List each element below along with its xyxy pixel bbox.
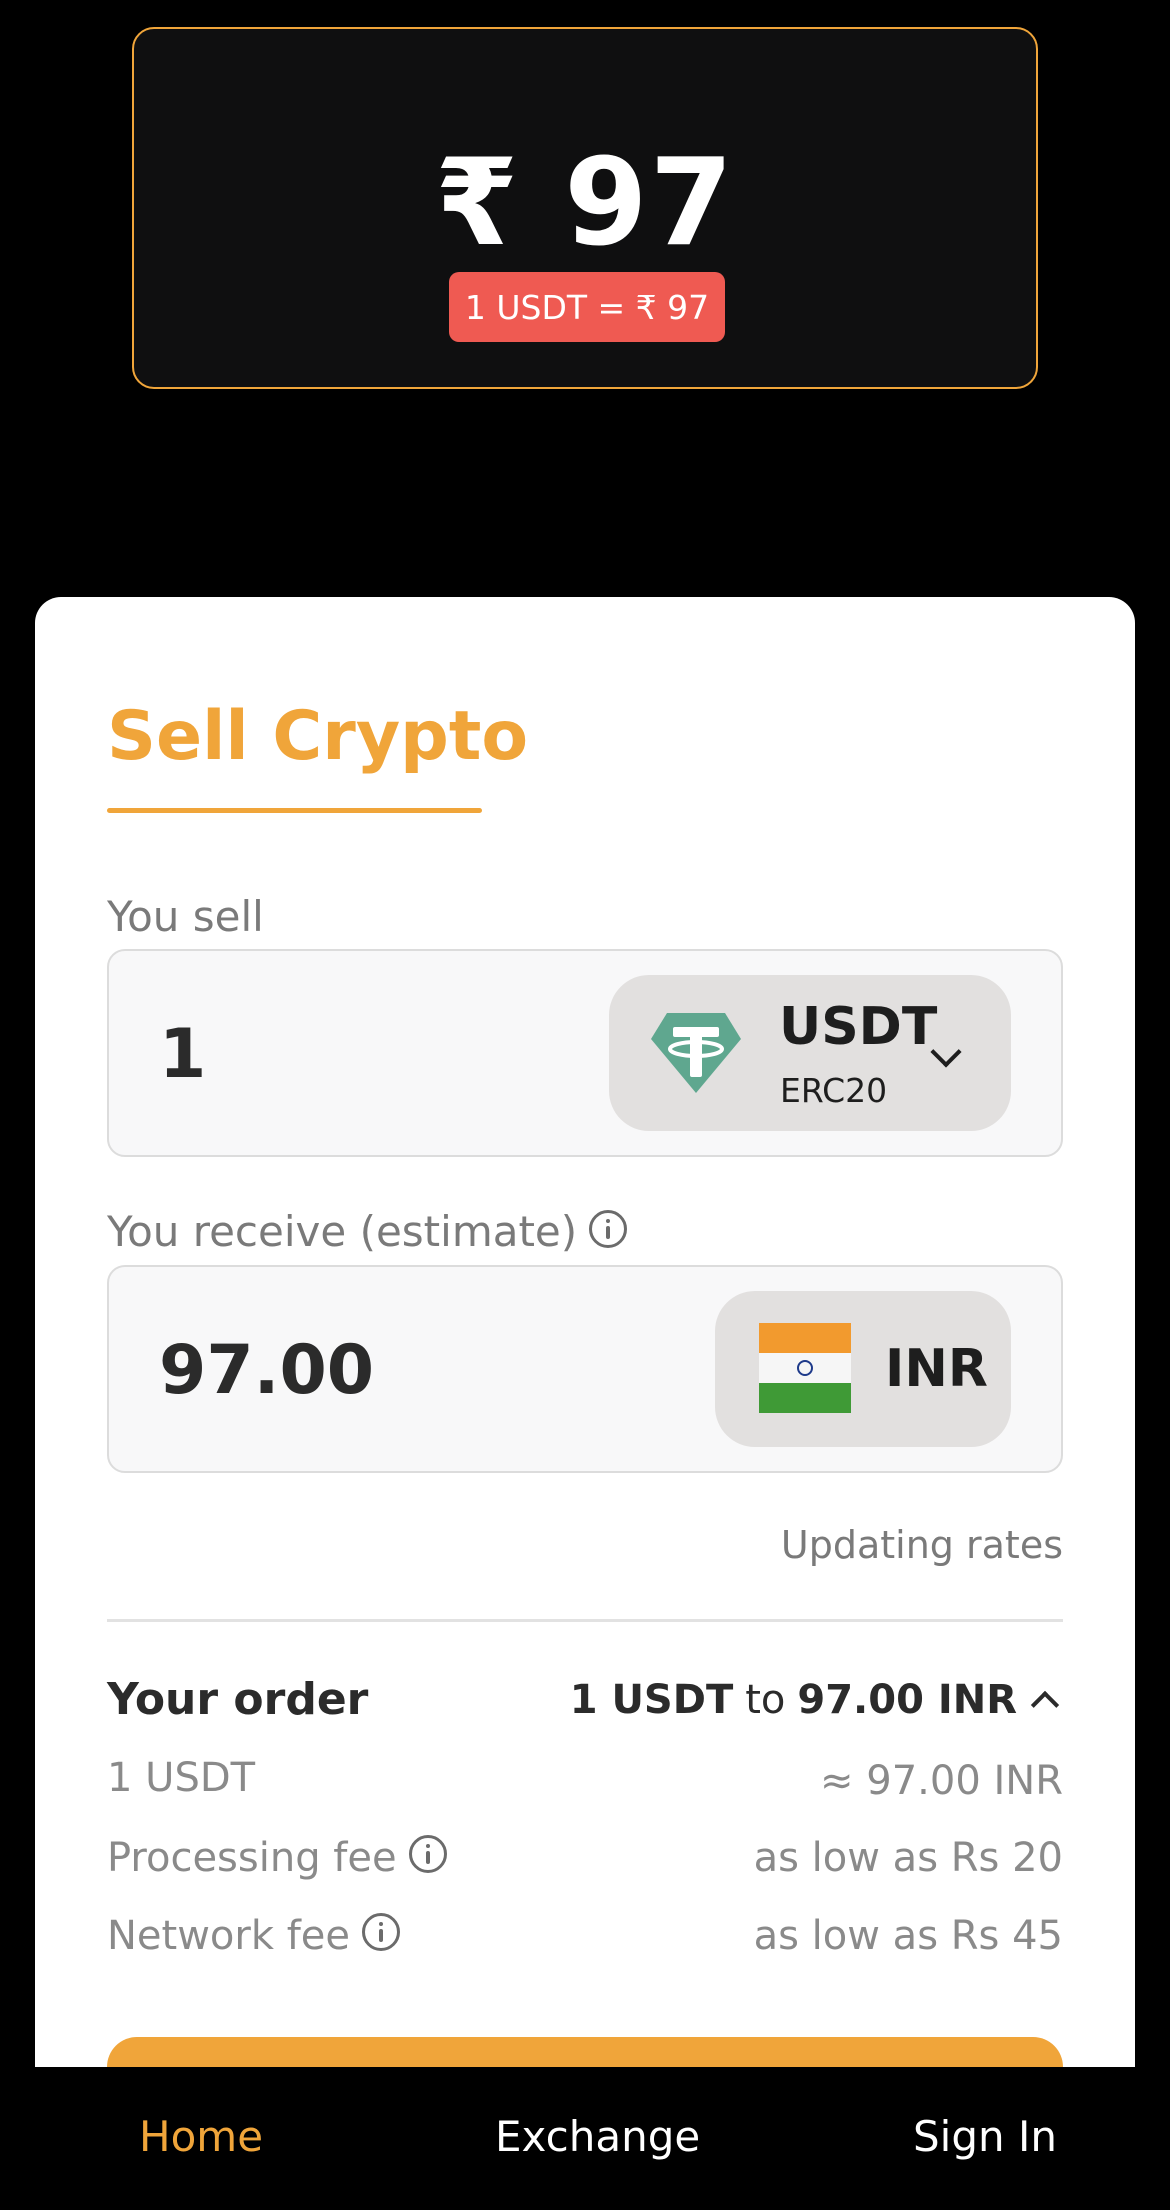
network-fee-label: Network fee	[107, 1911, 401, 1961]
rate-card: ₹ 97 1 USDT = ₹ 97	[132, 27, 1038, 389]
processing-fee-text: Processing fee	[107, 1835, 397, 1881]
nav-home[interactable]: Home	[139, 2111, 263, 2163]
conversion-rate-badge: 1 USDT = ₹ 97	[449, 272, 725, 342]
receive-amount-value: 97.00	[159, 1331, 375, 1410]
nav-exchange[interactable]: Exchange	[495, 2111, 700, 2163]
receive-currency-selector[interactable]: INR	[715, 1291, 1011, 1447]
info-icon[interactable]	[589, 1209, 628, 1248]
info-icon[interactable]	[362, 1913, 401, 1951]
sell-asset-code: USDT	[779, 997, 938, 1057]
bottom-navigation: Home Exchange Sign In	[0, 2067, 1170, 2210]
nav-sign-in[interactable]: Sign In	[913, 2111, 1057, 2163]
updating-rates-text: Updating rates	[780, 1523, 1063, 1567]
sell-asset-selector[interactable]: USDT ERC20	[609, 975, 1011, 1131]
active-tab-underline	[107, 808, 482, 813]
info-icon[interactable]	[408, 1835, 447, 1873]
order-summary-from: 1 USDT	[569, 1677, 734, 1723]
order-row-amount-value: ≈ 97.00 INR	[820, 1758, 1063, 1804]
order-summary-to: 97.00 INR	[797, 1677, 1017, 1723]
current-rate-value: ₹ 97	[434, 134, 736, 273]
order-summary-toggle[interactable]: 1 USDT to 97.00 INR	[570, 1674, 1063, 1726]
network-fee-value: as low as Rs 45	[753, 1913, 1063, 1959]
sell-submit-button[interactable]	[107, 2037, 1063, 2067]
processing-fee-label: Processing fee	[107, 1833, 447, 1883]
sell-amount-input[interactable]: 1	[159, 1015, 206, 1095]
order-title: Your order	[107, 1674, 369, 1725]
sell-amount-field[interactable]: 1 USDT ERC20	[107, 949, 1063, 1157]
tether-icon	[651, 1013, 741, 1093]
receive-amount-field: 97.00 INR	[107, 1265, 1063, 1473]
chevron-up-icon	[1030, 1690, 1060, 1720]
sell-asset-network: ERC20	[780, 1071, 888, 1110]
receive-label-text: You receive (estimate)	[107, 1207, 578, 1256]
network-fee-text: Network fee	[107, 1913, 351, 1959]
processing-fee-value: as low as Rs 20	[753, 1835, 1063, 1881]
order-row-amount-label: 1 USDT	[107, 1755, 256, 1801]
receive-label: You receive (estimate)	[107, 1207, 628, 1257]
order-summary-to-word: to	[745, 1677, 786, 1723]
india-flag-icon	[759, 1323, 851, 1413]
receive-currency-code: INR	[885, 1339, 988, 1399]
sell-label: You sell	[107, 892, 264, 941]
tab-sell-crypto[interactable]: Sell Crypto	[107, 697, 528, 777]
divider	[107, 1619, 1063, 1622]
sell-crypto-panel: Sell Crypto You sell 1 USDT ERC20 You re…	[35, 597, 1135, 2067]
